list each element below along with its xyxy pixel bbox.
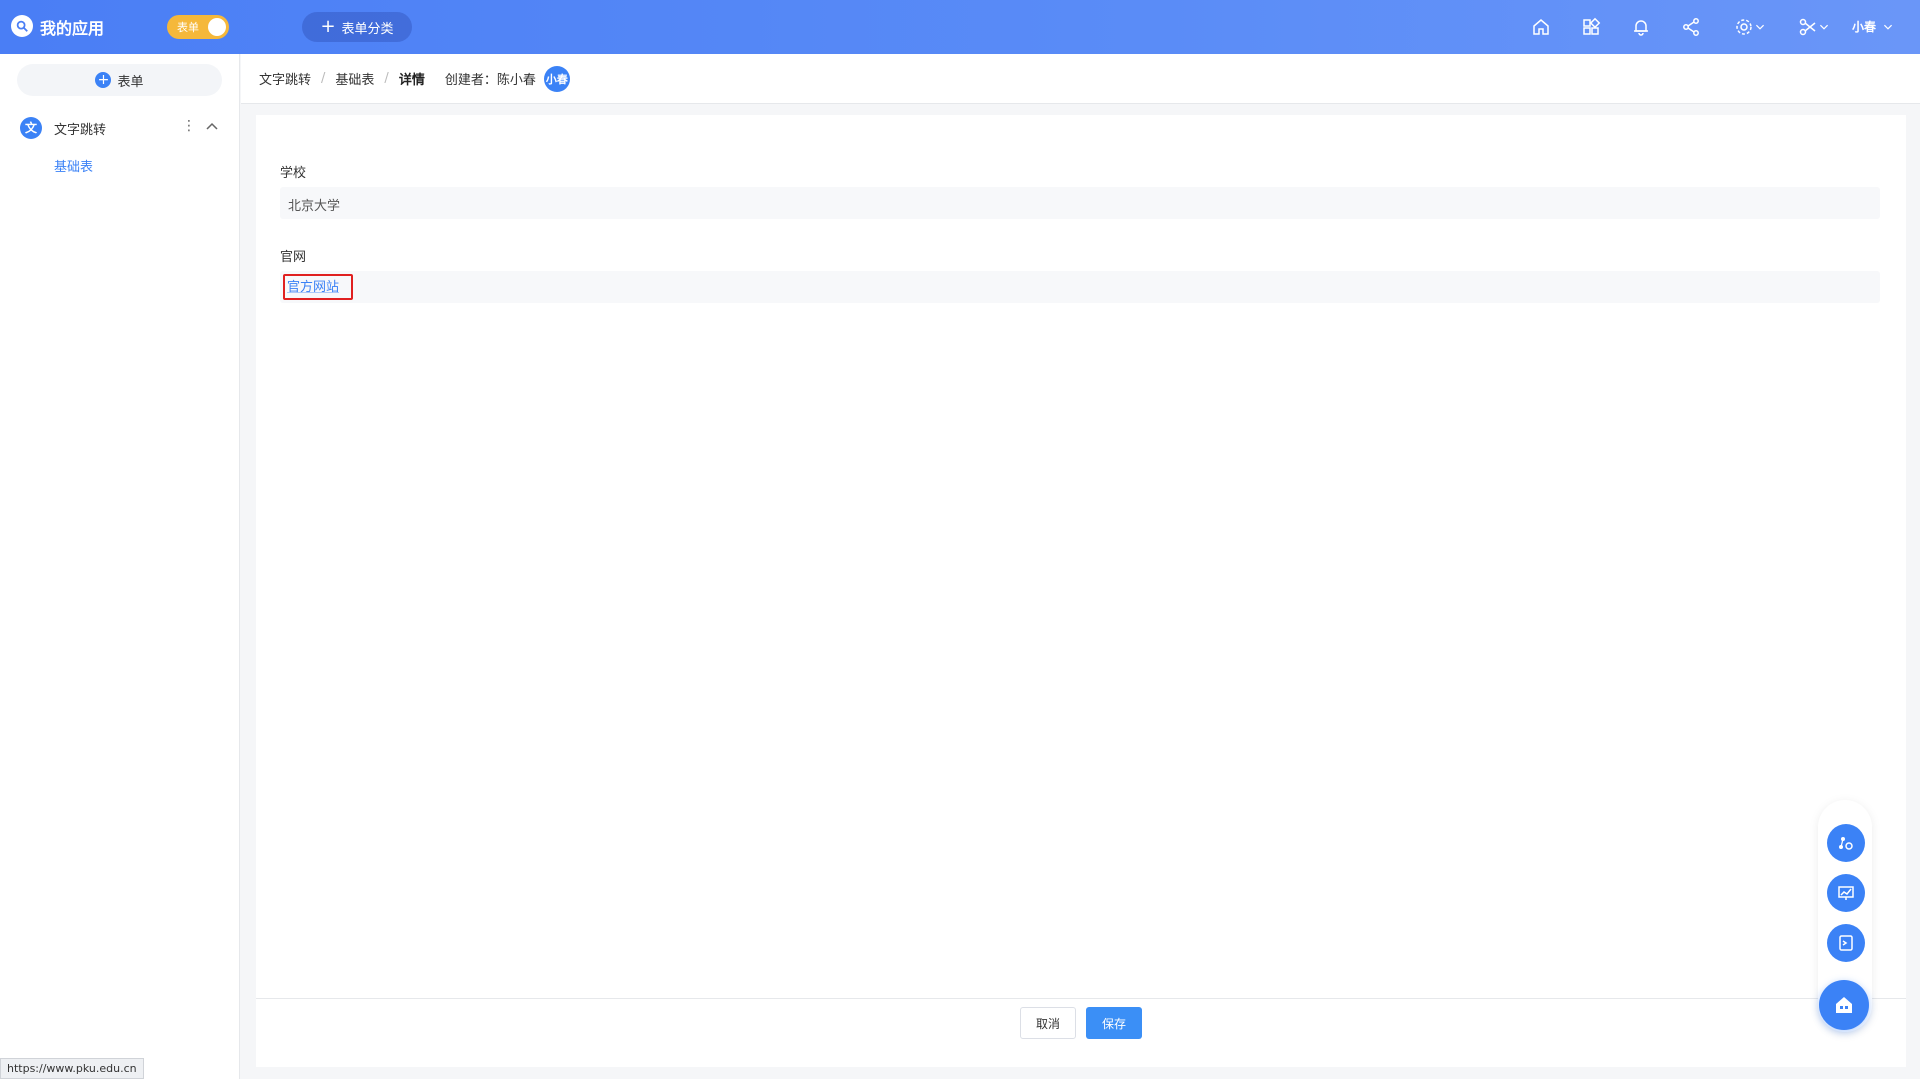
creator-label: 创建者：陈小春 xyxy=(444,73,536,88)
field-value-school: 北京大学 xyxy=(288,199,341,214)
group-label: 文字跳转 xyxy=(54,122,107,138)
group-icon: 文 xyxy=(20,117,42,139)
field-label-school: 学校 xyxy=(280,166,307,181)
top-bar: 我的应用 表单 + 表单分类 小春 xyxy=(0,0,1920,54)
user-name: 小春 xyxy=(1852,20,1877,34)
more-vertical-icon[interactable]: ⋮ xyxy=(182,118,196,134)
apps-grid-icon[interactable] xyxy=(1579,15,1603,39)
status-url: https://www.pku.edu.cn xyxy=(0,1058,144,1079)
breadcrumb-current: 详情 xyxy=(398,73,425,88)
detail-card: 学校 北京大学 官网 官方网站 取消 保存 xyxy=(256,115,1906,1067)
home-icon[interactable] xyxy=(1529,15,1553,39)
sidebar-item-basic-table[interactable]: 基础表 xyxy=(54,156,93,175)
cancel-button[interactable]: 取消 xyxy=(1020,1007,1076,1039)
avatar[interactable]: 小春 xyxy=(543,65,570,92)
toggle-label: 表单 xyxy=(177,21,199,34)
share-icon[interactable] xyxy=(1679,15,1703,39)
gear-icon xyxy=(1736,19,1752,35)
workflow-settings-icon[interactable] xyxy=(1827,824,1865,862)
plus-circle-icon: + xyxy=(95,72,112,88)
settings-dropdown[interactable] xyxy=(1730,15,1770,39)
tools-dropdown[interactable] xyxy=(1794,15,1834,39)
field-website: 官方网站 xyxy=(280,271,1880,303)
form-mode-toggle[interactable]: 表单 xyxy=(167,15,229,39)
app-logo-icon[interactable] xyxy=(11,15,33,37)
field-school: 北京大学 xyxy=(280,187,1880,219)
scissors-icon xyxy=(1799,18,1816,36)
script-console-icon[interactable] xyxy=(1827,924,1865,962)
chevron-down-icon xyxy=(1755,24,1765,30)
dashboard-chart-icon[interactable] xyxy=(1827,874,1865,912)
toggle-knob xyxy=(208,18,226,36)
save-button[interactable]: 保存 xyxy=(1086,1007,1142,1039)
app-title[interactable]: 我的应用 xyxy=(40,15,104,39)
chevron-down-icon xyxy=(1819,24,1829,30)
breadcrumb-bar: 文字跳转 / 基础表 / 详情 创建者：陈小春 小春 xyxy=(241,54,1920,104)
breadcrumb-separator: / xyxy=(384,71,389,86)
plus-icon: + xyxy=(320,16,336,37)
breadcrumb-separator: / xyxy=(321,71,326,86)
form-category-label: 表单分类 xyxy=(341,21,394,37)
breadcrumb-item[interactable]: 基础表 xyxy=(335,69,374,88)
breadcrumb-item[interactable]: 文字跳转 xyxy=(259,69,311,88)
chevron-down-icon xyxy=(1883,24,1893,30)
add-form-button[interactable]: + 表单 xyxy=(17,64,222,96)
field-label-website: 官网 xyxy=(280,250,307,265)
add-form-label: 表单 xyxy=(117,74,144,90)
website-link[interactable]: 官方网站 xyxy=(287,276,339,295)
user-menu[interactable]: 小春 xyxy=(1852,18,1894,35)
home-building-icon[interactable] xyxy=(1819,980,1869,1030)
sidebar: + 表单 文 文字跳转 ⋮ 基础表 xyxy=(0,54,240,1079)
sidebar-group-text-jump[interactable]: 文 文字跳转 ⋮ xyxy=(20,114,225,142)
breadcrumb: 文字跳转 / 基础表 / 详情 xyxy=(259,69,425,88)
bell-icon[interactable] xyxy=(1629,15,1653,39)
card-footer: 取消 保存 xyxy=(256,998,1906,1067)
chevron-up-icon[interactable] xyxy=(204,118,220,134)
form-category-button[interactable]: + 表单分类 xyxy=(302,12,412,42)
